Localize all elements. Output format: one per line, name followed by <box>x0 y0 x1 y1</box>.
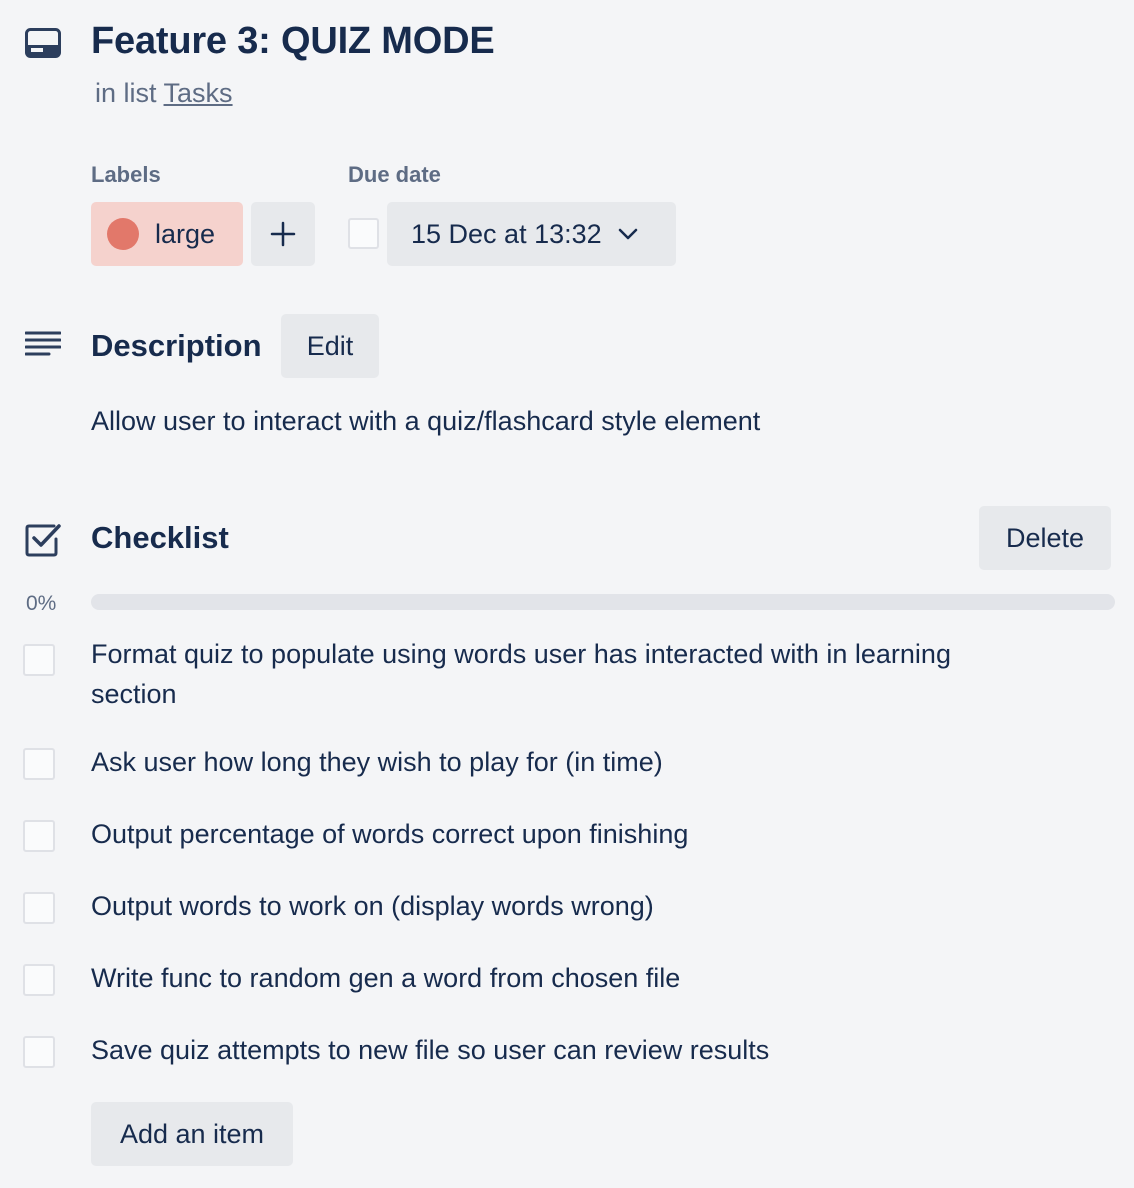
checklist-heading[interactable]: Checklist <box>91 520 229 556</box>
checklist-item-checkbox[interactable] <box>23 820 55 852</box>
checklist-item-checkbox[interactable] <box>23 748 55 780</box>
checklist-item-text[interactable]: Output percentage of words correct upon … <box>91 814 951 854</box>
checklist-item-text[interactable]: Format quiz to populate using words user… <box>91 634 951 714</box>
description-heading: Description <box>91 328 262 363</box>
due-date-heading: Due date <box>348 162 441 187</box>
label-chip-large[interactable]: large <box>91 202 243 266</box>
checklist-icon <box>25 521 61 557</box>
label-text: large <box>155 218 216 249</box>
checklist-item-checkbox[interactable] <box>23 644 55 676</box>
checklist-item-checkbox[interactable] <box>23 1036 55 1068</box>
in-list-prefix: in list <box>95 78 157 108</box>
description-text[interactable]: Allow user to interact with a quiz/flash… <box>91 406 760 437</box>
checklist-item-checkbox[interactable] <box>23 964 55 996</box>
description-lines-icon <box>24 331 62 361</box>
labels-heading: Labels <box>91 162 161 187</box>
card-title[interactable]: Feature 3: QUIZ MODE <box>91 20 495 63</box>
checklist-item-text[interactable]: Ask user how long they wish to play for … <box>91 742 951 782</box>
checklist-item-text[interactable]: Output words to work on (display words w… <box>91 886 951 926</box>
list-link[interactable]: Tasks <box>164 78 233 108</box>
card-icon <box>25 28 61 58</box>
progress-bar <box>91 594 1115 610</box>
add-label-button[interactable] <box>251 202 315 266</box>
due-date-value: 15 Dec at 13:32 <box>411 218 602 249</box>
progress-percent: 0% <box>26 592 57 615</box>
edit-description-button[interactable]: Edit <box>281 314 379 378</box>
in-list-text: in list Tasks <box>95 78 233 109</box>
add-item-button[interactable]: Add an item <box>91 1102 293 1166</box>
chevron-down-icon <box>618 228 637 240</box>
checklist-item-checkbox[interactable] <box>23 892 55 924</box>
checklist-item-text[interactable]: Write func to random gen a word from cho… <box>91 958 951 998</box>
label-color-dot <box>107 218 139 250</box>
plus-icon <box>270 221 296 247</box>
delete-checklist-button[interactable]: Delete <box>979 506 1111 570</box>
due-date-complete-checkbox[interactable] <box>348 218 379 249</box>
due-date-button[interactable]: 15 Dec at 13:32 <box>387 202 676 266</box>
checklist-item-text[interactable]: Save quiz attempts to new file so user c… <box>91 1030 951 1070</box>
